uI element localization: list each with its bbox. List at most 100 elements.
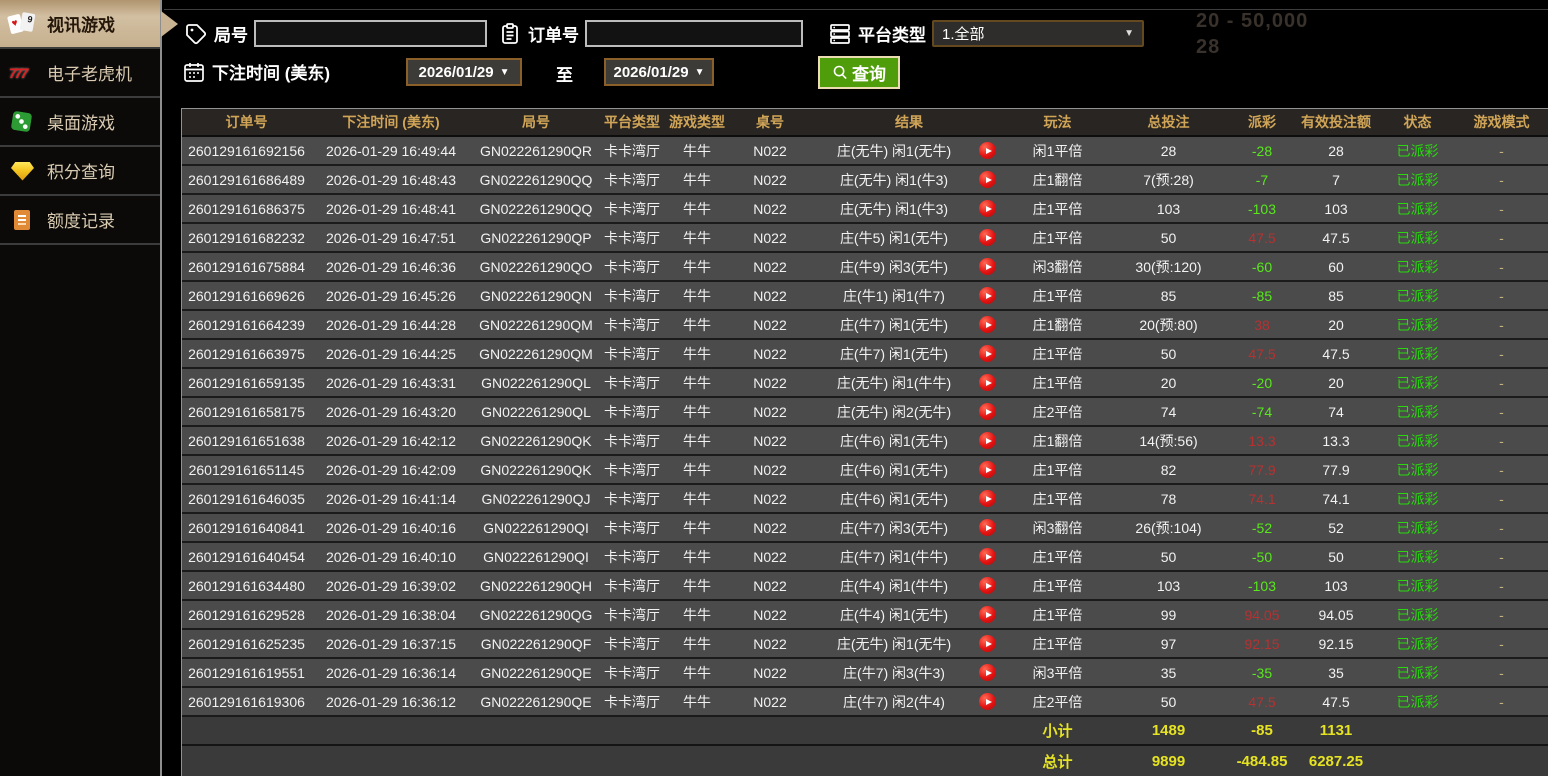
result-cell: 庄(牛7) 闲1(牛牛) bbox=[809, 547, 1009, 567]
play-video-icon[interactable] bbox=[979, 490, 996, 507]
status-cell: 已派彩 bbox=[1396, 461, 1439, 478]
total-bet-cell: 103 bbox=[1156, 200, 1181, 217]
play-video-icon[interactable] bbox=[979, 316, 996, 333]
bet-time-cell: 2026-01-29 16:41:14 bbox=[326, 490, 456, 507]
total-bet-cell: 50 bbox=[1160, 345, 1177, 362]
platform-cell: 卡卡湾厅 bbox=[604, 664, 660, 681]
bet-time-filter: 下注时间 (美东) bbox=[182, 59, 330, 84]
play-video-icon[interactable] bbox=[979, 229, 996, 246]
valid-bet-cell: 92.15 bbox=[1318, 635, 1354, 652]
sidebar-item-video-games[interactable]: 视讯游戏 bbox=[0, 0, 160, 49]
bet-time-cell: 2026-01-29 16:46:36 bbox=[326, 258, 456, 275]
play-video-icon[interactable] bbox=[979, 519, 996, 536]
result-cell: 庄(牛9) 闲3(无牛) bbox=[809, 257, 1009, 277]
bet-type-cell: 庄2平倍 bbox=[1032, 403, 1083, 420]
result-cell: 庄(无牛) 闲1(牛3) bbox=[809, 199, 1009, 219]
table-row: 260129161658175 2026-01-29 16:43:20 GN0222… bbox=[182, 398, 1548, 427]
play-video-icon[interactable] bbox=[979, 142, 996, 159]
payout-cell: -60 bbox=[1251, 258, 1273, 275]
game-mode-cell: - bbox=[1499, 374, 1504, 391]
table-row: 260129161634480 2026-01-29 16:39:02 GN0222… bbox=[182, 572, 1548, 601]
play-video-icon[interactable] bbox=[979, 432, 996, 449]
total-bet-cell: 78 bbox=[1160, 490, 1177, 507]
document-icon bbox=[8, 207, 38, 233]
round-number-input[interactable] bbox=[254, 20, 487, 47]
sidebar-item-table-games[interactable]: 桌面游戏 bbox=[0, 98, 160, 147]
game-type-cell: 牛牛 bbox=[683, 171, 711, 188]
order-number-cell: 260129161619551 bbox=[188, 664, 305, 681]
play-video-icon[interactable] bbox=[979, 693, 996, 710]
game-type-cell: 牛牛 bbox=[683, 287, 711, 304]
game-type-cell: 牛牛 bbox=[683, 635, 711, 652]
payout-cell: -28 bbox=[1251, 142, 1273, 159]
game-type-cell: 牛牛 bbox=[683, 200, 711, 217]
bet-time-label: 下注时间 (美东) bbox=[212, 64, 331, 83]
result-text: 庄(牛9) 闲3(无牛) bbox=[839, 258, 949, 275]
play-video-icon[interactable] bbox=[979, 345, 996, 362]
play-video-icon[interactable] bbox=[979, 374, 996, 391]
payout-cell: -52 bbox=[1251, 519, 1273, 536]
bet-type-cell: 闲3翻倍 bbox=[1032, 258, 1083, 275]
tag-icon bbox=[184, 22, 208, 46]
result-text: 庄(牛4) 闲1(牛牛) bbox=[839, 577, 949, 594]
total-bet-cell: 50 bbox=[1160, 548, 1177, 565]
game-mode-cell: - bbox=[1499, 461, 1504, 478]
table-number-cell: N022 bbox=[753, 432, 787, 449]
background-ghost-limit-text: 20 - 50,000 bbox=[1196, 10, 1309, 32]
platform-cell: 卡卡湾厅 bbox=[604, 490, 660, 507]
sidebar-item-slots[interactable]: 电子老虎机 bbox=[0, 49, 160, 98]
sidebar-item-points-query[interactable]: 积分查询 bbox=[0, 147, 160, 196]
total-bet-cell: 99 bbox=[1160, 606, 1177, 623]
date-from-picker[interactable]: 2026/01/29 ▼ bbox=[406, 58, 522, 86]
table-number-cell: N022 bbox=[753, 345, 787, 362]
play-video-icon[interactable] bbox=[979, 606, 996, 623]
play-video-icon[interactable] bbox=[979, 635, 996, 652]
game-type-cell: 牛牛 bbox=[683, 142, 711, 159]
round-number-cell: GN022261290QJ bbox=[481, 490, 591, 507]
round-number-cell: GN022261290QF bbox=[480, 635, 592, 652]
platform-cell: 卡卡湾厅 bbox=[604, 258, 660, 275]
valid-bet-cell: 74.1 bbox=[1322, 490, 1350, 507]
platform-cell: 卡卡湾厅 bbox=[604, 345, 660, 362]
table-number-cell: N022 bbox=[753, 229, 787, 246]
play-video-icon[interactable] bbox=[979, 200, 996, 217]
play-video-icon[interactable] bbox=[979, 403, 996, 420]
result-text: 庄(牛7) 闲1(无牛) bbox=[839, 316, 949, 333]
bet-time-cell: 2026-01-29 16:42:12 bbox=[326, 432, 456, 449]
game-type-cell: 牛牛 bbox=[683, 258, 711, 275]
play-video-icon[interactable] bbox=[979, 287, 996, 304]
sidebar-item-quota-records[interactable]: 额度记录 bbox=[0, 196, 160, 245]
valid-bet-cell: 52 bbox=[1328, 519, 1344, 536]
bet-time-cell: 2026-01-29 16:36:12 bbox=[326, 693, 456, 710]
play-video-icon[interactable] bbox=[979, 171, 996, 188]
game-type-cell: 牛牛 bbox=[683, 490, 711, 507]
platform-type-select[interactable]: 1.全部 ▼ bbox=[932, 20, 1144, 47]
platform-type-filter: 平台类型 1.全部 ▼ bbox=[828, 20, 1144, 47]
date-from-value: 2026/01/29 bbox=[418, 63, 494, 81]
play-video-icon[interactable] bbox=[979, 664, 996, 681]
table-row: 260129161640841 2026-01-29 16:40:16 GN0222… bbox=[182, 514, 1548, 543]
play-video-icon[interactable] bbox=[979, 577, 996, 594]
play-video-icon[interactable] bbox=[979, 548, 996, 565]
diamond-icon bbox=[8, 158, 38, 184]
table-row: 260129161625235 2026-01-29 16:37:15 GN0222… bbox=[182, 630, 1548, 659]
platform-cell: 卡卡湾厅 bbox=[604, 229, 660, 246]
column-header: 桌号 bbox=[756, 114, 784, 130]
column-header: 状态 bbox=[1403, 114, 1432, 130]
platform-cell: 卡卡湾厅 bbox=[604, 432, 660, 449]
round-number-cell: GN022261290QN bbox=[479, 287, 593, 304]
table-number-cell: N022 bbox=[753, 606, 787, 623]
result-cell: 庄(牛6) 闲1(无牛) bbox=[809, 489, 1009, 509]
table-row: 260129161669626 2026-01-29 16:45:26 GN0222… bbox=[182, 282, 1548, 311]
search-button[interactable]: 查询 bbox=[818, 56, 900, 89]
order-number-input[interactable] bbox=[585, 20, 803, 47]
table-number-cell: N022 bbox=[753, 635, 787, 652]
sidebar: 视讯游戏 电子老虎机 桌面游戏 积分查询 额度记录 bbox=[0, 0, 162, 776]
date-to-picker[interactable]: 2026/01/29 ▼ bbox=[604, 58, 714, 86]
result-text: 庄(无牛) 闲2(无牛) bbox=[836, 403, 952, 420]
play-video-icon[interactable] bbox=[979, 258, 996, 275]
search-button-label: 查询 bbox=[852, 65, 886, 84]
order-number-cell: 260129161651145 bbox=[188, 461, 305, 478]
play-video-icon[interactable] bbox=[979, 461, 996, 478]
table-number-cell: N022 bbox=[753, 461, 787, 478]
